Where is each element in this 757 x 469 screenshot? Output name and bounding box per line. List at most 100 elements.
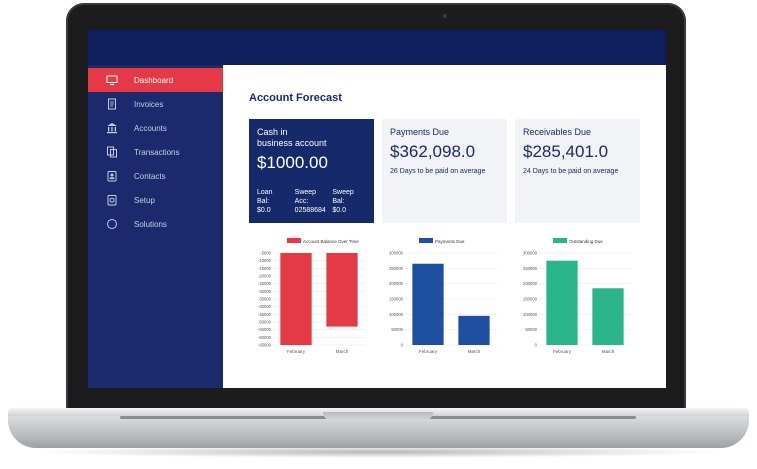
bar [412, 263, 444, 345]
sweep-account: Sweep Acc: 02588684 [295, 188, 333, 215]
sidebar-item-setup[interactable]: Setup [88, 188, 223, 212]
legend-label: Payments Due [435, 239, 465, 244]
y-tick-label: -60000 [258, 335, 272, 340]
sidebar-item-label: Transactions [134, 147, 180, 157]
chart-outstanding-due: Outstanding Due 300000 250000 200000 150000 1… [509, 233, 637, 361]
sidebar-item-contacts[interactable]: Contacts [88, 164, 223, 188]
y-tick-label: 50000 [391, 327, 403, 332]
receivables-due-note: 24 Days to be paid on average [523, 168, 619, 175]
x-tick-label: February [419, 349, 438, 354]
receivables-due-label: Receivables Due [523, 127, 592, 137]
y-tick-label: -20000 [258, 274, 272, 279]
y-tick-label: -55000 [258, 327, 272, 332]
sweep-account-l1: Sweep [294, 189, 317, 196]
cash-card-label-1: Cash in [257, 127, 288, 137]
chart-payments-due: Payments Due 300000 250000 200000 150000 1000… [375, 233, 503, 361]
y-tick-label: 150000 [523, 297, 538, 302]
bar [546, 260, 578, 345]
sidebar-item-label: Accounts [134, 123, 167, 133]
sweep-account-value: 02588684 [294, 207, 326, 214]
legend-swatch [287, 238, 301, 243]
monitor-icon [105, 73, 119, 87]
sidebar-item-label: Dashboard [134, 75, 174, 85]
y-tick-label: -65000 [258, 343, 272, 348]
y-tick-label: 300000 [389, 251, 404, 256]
payments-due-note: 26 Days to be paid on average [390, 168, 486, 175]
page-title: Account Forecast [249, 92, 342, 104]
y-tick-label: 100000 [523, 312, 538, 317]
sidebar-item-transactions[interactable]: Transactions [88, 140, 223, 164]
transactions-icon [105, 145, 119, 159]
x-tick-label: March [336, 349, 349, 354]
x-tick-label: March [602, 349, 615, 354]
sweep-balance-l2: Bal: [332, 198, 345, 205]
y-tick-label: -45000 [258, 312, 272, 317]
sidebar-item-label: Setup [134, 195, 155, 205]
y-tick-label: -35000 [258, 297, 272, 302]
bar [458, 315, 490, 345]
legend-label: Account Balance Over Time [303, 239, 359, 244]
bar [326, 253, 358, 327]
sweep-balance: Sweep Bal: $0.0 [332, 188, 370, 215]
x-tick-label: February [553, 349, 572, 354]
cash-card-label-2: business account [257, 138, 327, 148]
sweep-balance-value: $0.0 [332, 207, 346, 214]
setup-icon [105, 193, 119, 207]
y-tick-label: -50000 [258, 320, 272, 325]
sidebar-item-solutions[interactable]: Solutions [88, 212, 223, 236]
sidebar-item-label: Solutions [134, 219, 167, 229]
receivables-due-card[interactable]: Receivables Due $285,401.0 24 Days to be… [515, 119, 640, 223]
x-tick-label: February [287, 349, 306, 354]
loan-balance: Loan Bal: $0.0 [257, 188, 295, 215]
top-bar [88, 30, 666, 65]
lid-notch [323, 412, 433, 421]
laptop-mockup: Dashboard Invoices Accounts Transactions [0, 0, 757, 469]
sidebar-item-label: Contacts [134, 171, 166, 181]
y-tick-label: 150000 [389, 297, 404, 302]
y-tick-label: 250000 [523, 266, 538, 271]
cash-card-details: Loan Bal: $0.0 Sweep Acc: 02588684 Sweep… [257, 188, 370, 215]
main-content: Account Forecast Cash in business accoun… [223, 65, 666, 388]
loan-balance-l2: Bal: [257, 198, 270, 205]
camera-dot [443, 14, 447, 18]
sweep-account-l2: Acc: [294, 198, 309, 205]
y-tick-label: -5000 [260, 251, 271, 256]
sweep-balance-l1: Sweep [332, 189, 354, 196]
contacts-icon [105, 169, 119, 183]
legend-swatch [553, 238, 567, 243]
sidebar-item-dashboard[interactable]: Dashboard [88, 68, 223, 92]
cash-card[interactable]: Cash in business account $1000.00 Loan B… [249, 119, 374, 223]
circle-icon [105, 217, 119, 231]
y-tick-label: -10000 [258, 258, 272, 263]
payments-due-card[interactable]: Payments Due $362,098.0 26 Days to be pa… [382, 119, 507, 223]
y-tick-label: 0 [401, 343, 404, 348]
payments-due-value: $362,098.0 [390, 142, 476, 161]
y-tick-label: 250000 [389, 266, 404, 271]
y-tick-label: -15000 [258, 266, 272, 271]
sidebar-item-accounts[interactable]: Accounts [88, 116, 223, 140]
cash-card-value: $1000.00 [257, 153, 328, 172]
y-tick-label: 300000 [523, 251, 538, 256]
legend-swatch [419, 238, 433, 243]
invoice-icon [105, 97, 119, 111]
y-tick-label: -25000 [258, 281, 272, 286]
y-tick-label: 200000 [523, 281, 538, 286]
sidebar-item-label: Invoices [134, 99, 164, 109]
bar [592, 288, 624, 345]
bank-icon [105, 121, 119, 135]
receivables-due-value: $285,401.0 [523, 142, 609, 161]
y-tick-label: 0 [535, 343, 538, 348]
y-tick-label: 50000 [525, 327, 537, 332]
x-tick-label: March [468, 349, 481, 354]
legend-label: Outstanding Due [569, 239, 603, 244]
chart-account-balance-svg: Account Balance Over Time -5000 -10000 -150… [258, 238, 365, 354]
sidebar-item-invoices[interactable]: Invoices [88, 92, 223, 116]
bar [280, 253, 312, 345]
y-tick-label: -30000 [258, 289, 272, 294]
sidebar: Dashboard Invoices Accounts Transactions [88, 65, 223, 388]
chart-outstanding-due-svg: Outstanding Due 300000 250000 200000 150000 1… [523, 238, 631, 354]
chart-account-balance: Account Balance Over Time -5000 -10000 -150… [243, 233, 371, 361]
chart-payments-due-svg: Payments Due 300000 250000 200000 150000 1000… [389, 238, 497, 354]
app-screen: Dashboard Invoices Accounts Transactions [88, 30, 666, 388]
payments-due-label: Payments Due [390, 127, 450, 137]
